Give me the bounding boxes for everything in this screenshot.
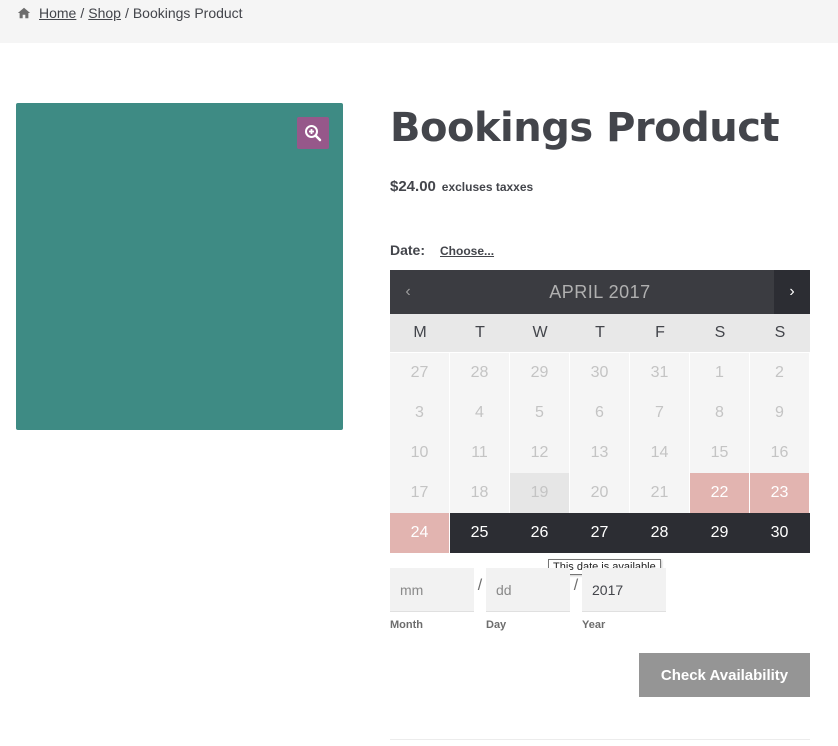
calendar-week-row: 3456789 <box>390 392 810 433</box>
calendar-day-19: 19 <box>510 473 570 513</box>
price-suffix: excluses taxxes <box>441 180 534 194</box>
calendar-day-11: 11 <box>450 433 510 473</box>
calendar-week-row: 27 28 29 30 31 1 2 <box>390 352 810 393</box>
calendar-day-24[interactable]: 24 <box>390 513 450 553</box>
calendar-day-27: 27 <box>390 353 450 393</box>
product-image[interactable] <box>16 103 343 430</box>
breadcrumb-current: Bookings Product <box>132 5 243 21</box>
calendar-day-20: 20 <box>570 473 630 513</box>
calendar-day-21: 21 <box>630 473 690 513</box>
calendar-day-30[interactable]: 30 <box>750 513 810 553</box>
date-inputs: Month / Day / Year <box>390 568 666 631</box>
weekday-label: S <box>774 324 786 341</box>
calendar-week-row: 17 18 19 20 21 22 23 <box>390 472 810 513</box>
month-label: Month <box>390 619 423 631</box>
prev-month-button[interactable]: ‹ <box>390 270 426 314</box>
calendar-day-28[interactable]: 28 <box>630 513 690 553</box>
calendar-day-7: 7 <box>630 393 690 433</box>
weekday-label: S <box>714 324 726 341</box>
calendar-day-26[interactable]: 26 <box>510 513 570 553</box>
calendar-day-29: 29 <box>510 353 570 393</box>
calendar-day-1: 1 <box>690 353 750 393</box>
divider <box>390 739 810 740</box>
calendar-day-29[interactable]: 29 <box>690 513 750 553</box>
product-title: Bookings Product <box>390 105 780 151</box>
calendar-week-row: 10 11 12 13 14 15 16 <box>390 432 810 473</box>
month-field-group: Month <box>390 568 474 631</box>
zoom-in-icon <box>305 125 322 142</box>
breadcrumb-home-link[interactable]: Home <box>39 5 76 21</box>
calendar-day-18: 18 <box>450 473 510 513</box>
calendar-day-16: 16 <box>750 433 810 473</box>
weekday-label: M <box>413 324 427 341</box>
calendar-day-22[interactable]: 22 <box>690 473 750 513</box>
calendar-day-4: 4 <box>450 393 510 433</box>
calendar-day-25[interactable]: 25 <box>450 513 510 553</box>
calendar-header: ‹ APRIL 2017 › <box>390 270 810 314</box>
calendar-day-28: 28 <box>450 353 510 393</box>
breadcrumb-separator: / <box>124 5 129 21</box>
date-label: Date: <box>390 242 426 258</box>
year-label: Year <box>582 619 606 631</box>
next-month-button[interactable]: › <box>774 270 810 314</box>
calendar-day-3: 3 <box>390 393 450 433</box>
weekday-label: W <box>532 324 548 341</box>
day-input[interactable] <box>486 568 570 612</box>
calendar-day-15: 15 <box>690 433 750 473</box>
breadcrumb-separator: / <box>80 5 85 21</box>
calendar-day-10: 10 <box>390 433 450 473</box>
calendar-day-31: 31 <box>630 353 690 393</box>
weekday-label: F <box>655 324 665 341</box>
calendar-day-12: 12 <box>510 433 570 473</box>
calendar-day-30: 30 <box>570 353 630 393</box>
calendar-day-2: 2 <box>750 353 810 393</box>
product-price: $24.00 <box>390 178 436 195</box>
date-separator: / <box>573 577 579 594</box>
year-field-group: Year <box>582 568 666 631</box>
weekday-label: T <box>475 324 485 341</box>
date-row: Date: Choose... <box>390 242 494 258</box>
day-field-group: Day <box>486 568 570 631</box>
calendar-weekdays: M T W T F S S <box>390 314 810 352</box>
date-separator: / <box>477 577 483 594</box>
calendar-week-row: 24 25 26 27 28 29 30 <box>390 512 810 553</box>
weekday-label: T <box>595 324 605 341</box>
check-availability-button[interactable]: Check Availability <box>639 653 810 697</box>
calendar-day-6: 6 <box>570 393 630 433</box>
calendar-day-27[interactable]: 27 <box>570 513 630 553</box>
month-input[interactable] <box>390 568 474 612</box>
choose-date-link[interactable]: Choose... <box>440 244 494 258</box>
calendar-day-14: 14 <box>630 433 690 473</box>
calendar-day-9: 9 <box>750 393 810 433</box>
year-input[interactable] <box>582 568 666 612</box>
breadcrumb-bar: Home / Shop / Bookings Product <box>0 0 838 43</box>
calendar-day-17: 17 <box>390 473 450 513</box>
breadcrumb: Home / Shop / Bookings Product <box>17 5 243 21</box>
day-label: Day <box>486 619 507 631</box>
breadcrumb-shop-link[interactable]: Shop <box>88 5 121 21</box>
calendar-day-13: 13 <box>570 433 630 473</box>
home-icon <box>17 7 31 19</box>
calendar-month-title: APRIL 2017 <box>549 281 651 302</box>
calendar-body: 27 28 29 30 31 1 2 3 4 5 6 7 8 9 10 11 12 13 14 15 16 17 18 19 2… <box>390 352 810 553</box>
booking-calendar: ‹ APRIL 2017 › M T W T F S S 27 28 29 30 31 1… <box>390 270 810 553</box>
price-line: $24.00 excluses taxxes <box>390 178 533 195</box>
zoom-button[interactable] <box>297 117 329 149</box>
calendar-day-5: 5 <box>510 393 570 433</box>
calendar-day-23[interactable]: 23 <box>750 473 810 513</box>
calendar-day-8: 8 <box>690 393 750 433</box>
